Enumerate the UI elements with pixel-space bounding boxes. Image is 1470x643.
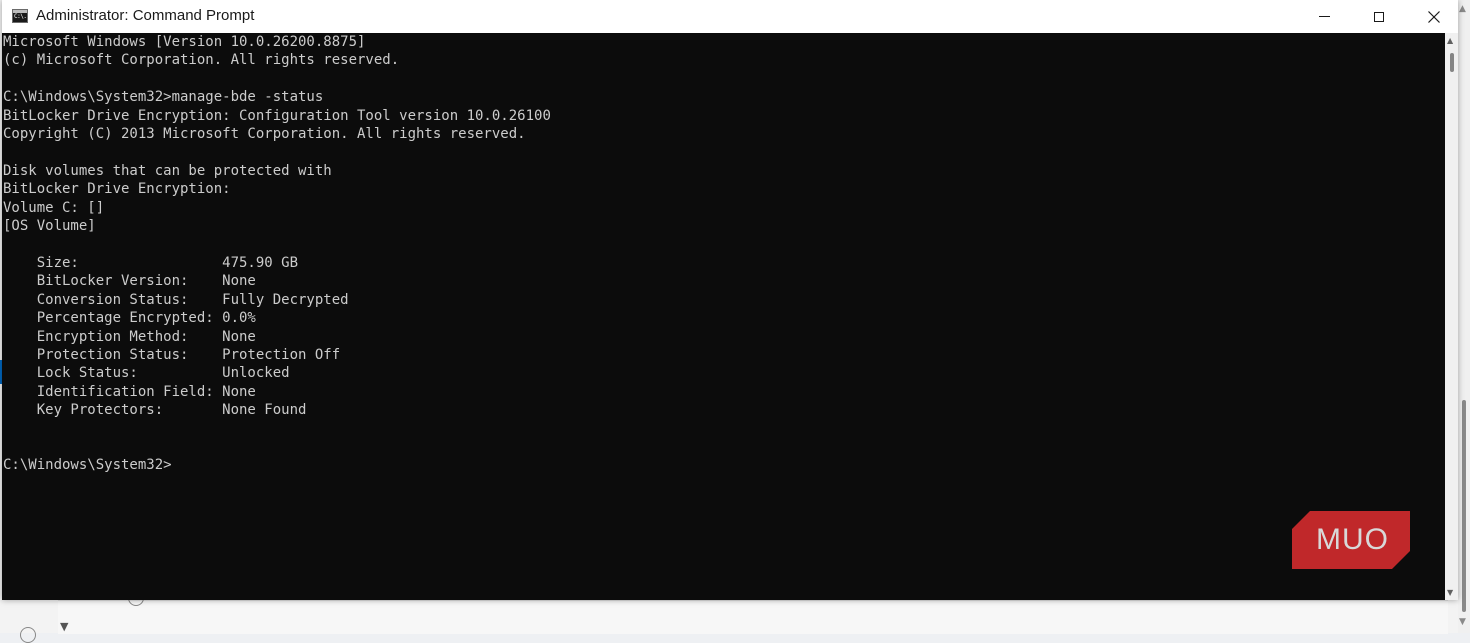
command-prompt-window[interactable]: C:\. Administrator: Command Prompt Micro… [2,0,1458,600]
close-button[interactable] [1408,0,1460,33]
minimize-icon [1318,16,1330,17]
console-line: BitLocker Version: None [3,273,256,290]
console-line: Conversion Status: Fully Decrypted [3,291,349,308]
background-scrollbar[interactable]: ▲ ▼ [1458,0,1470,633]
console-line: C:\Windows\System32> [3,457,172,474]
command-prompt-icon[interactable]: C:\. [12,9,28,23]
close-icon [1428,10,1440,23]
scroll-up-arrow-icon[interactable]: ▲ [1459,4,1466,14]
console-line: [OS Volume] [3,218,96,235]
console-line: C:\Windows\System32>manage-bde -status [3,89,324,106]
scroll-down-arrow-icon[interactable]: ▼ [1447,588,1453,597]
console-line: BitLocker Drive Encryption: Configuratio… [3,107,551,124]
maximize-icon [1374,11,1384,22]
scroll-up-arrow-icon[interactable]: ▲ [1447,36,1453,45]
console-line: Volume C: [] [3,199,105,216]
console-line: Disk volumes that can be protected with [3,162,332,179]
chevron-down-icon: ▼ [60,620,69,633]
console-line: BitLocker Drive Encryption: [3,181,231,198]
icon-label: C:\. [14,13,27,20]
window-title: Administrator: Command Prompt [36,7,255,24]
console-line: Percentage Encrypted: 0.0% [3,310,256,327]
minimize-button[interactable] [1298,0,1350,33]
console-scrollbar[interactable]: ▲ ▼ [1445,33,1458,600]
console-text[interactable]: Microsoft Windows [Version 10.0.26200.88… [3,33,551,475]
console-output[interactable]: Microsoft Windows [Version 10.0.26200.88… [2,33,1445,600]
console-line: Copyright (C) 2013 Microsoft Corporation… [3,126,526,143]
title-bar[interactable]: C:\. Administrator: Command Prompt [2,0,1458,33]
console-line: Size: 475.90 GB [3,254,299,271]
maximize-button[interactable] [1353,0,1405,33]
console-line: Lock Status: Unlocked [3,365,290,382]
muo-watermark-logo: MUO [1292,511,1410,569]
console-line: Identification Field: None [3,383,256,400]
console-line: Microsoft Windows [Version 10.0.26200.88… [3,34,366,50]
scrollbar-thumb[interactable] [1450,53,1454,72]
console-line: Encryption Method: None [3,328,256,345]
background-circle-icon [20,627,36,643]
scrollbar-thumb[interactable] [1462,400,1466,612]
console-line: Protection Status: Protection Off [3,346,341,363]
console-line: Key Protectors: None Found [3,402,307,419]
background-app-strip [58,600,1448,634]
scroll-down-arrow-icon[interactable]: ▼ [1459,617,1466,627]
console-line: (c) Microsoft Corporation. All rights re… [3,52,400,69]
watermark-text: MUO [1316,523,1389,556]
